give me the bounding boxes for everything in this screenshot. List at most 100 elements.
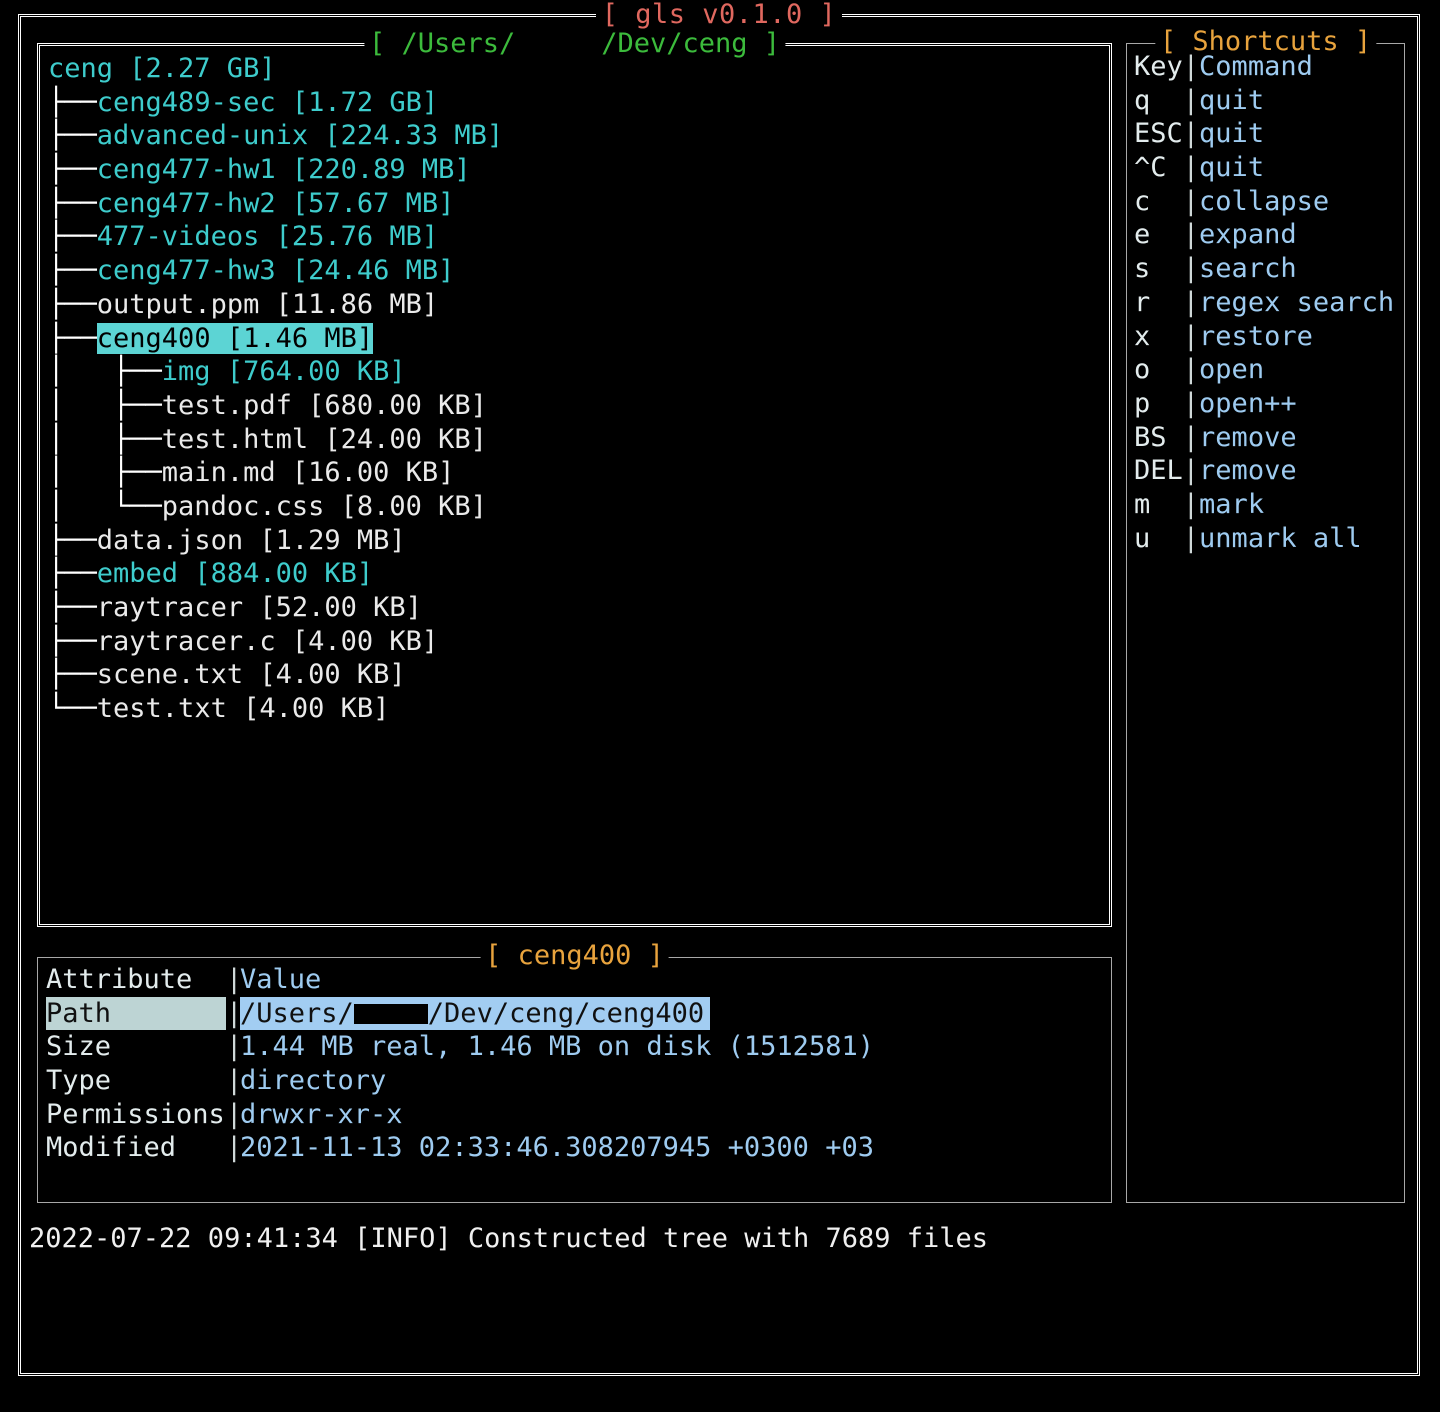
shortcut-key: ^C [1134,152,1183,184]
details-table[interactable]: Attribute | Value Path |/Users//Dev/ceng/cen… [46,963,1106,1199]
shortcuts-header-row: Key|Command [1134,50,1400,84]
shortcut-row: q |quit [1134,84,1400,118]
tree-connector-icon: │ ├── [48,389,162,421]
details-panel: [ ceng400 ] Attribute | Value Path |/Users//… [37,941,1112,1203]
details-value-cell: directory [240,1065,387,1097]
tree-row[interactable]: ├──output.ppm [11.86 MB] [48,288,1103,322]
redacted-username-block [353,1003,428,1024]
shortcuts-column-separator: | [1182,354,1200,386]
window-title: [ gls v0.1.0 ] [595,0,843,30]
tree-row[interactable]: └──test.txt [4.00 KB] [48,692,1103,726]
file-tree-list[interactable]: ceng [2.27 GB] ├──ceng489-sec [1.72 GB] ├─… [48,52,1103,920]
tree-row[interactable]: ├──ceng489-sec [1.72 GB] [48,86,1103,120]
tree-row-label[interactable]: ceng [2.27 GB] [48,53,276,84]
tree-row-label[interactable]: ceng489-sec [1.72 GB] [97,87,438,118]
details-column-separator: | [226,1031,243,1063]
shortcut-command: unmark all [1199,522,1362,554]
shortcuts-key-header: Key [1134,51,1183,82]
tree-row[interactable]: ├──data.json [1.29 MB] [48,524,1103,558]
shortcut-command: remove [1199,421,1297,453]
tree-connector-icon: ├── [48,187,97,219]
tree-row-label[interactable]: advanced-unix [224.33 MB] [97,120,503,151]
tree-row-label-selected[interactable]: ceng400 [1.46 MB] [96,322,374,354]
shortcuts-column-separator: | [1182,118,1200,150]
shortcut-key: s [1134,253,1183,285]
shortcut-key: m [1134,488,1183,520]
details-column-separator: | [226,1132,243,1164]
details-row-selected[interactable]: Path |/Users//Dev/ceng/ceng400 [46,996,1106,1031]
shortcuts-column-separator: | [1182,320,1200,352]
details-row[interactable]: Type | directory [46,1064,1106,1098]
details-value-cell: drwxr-xr-x [240,1098,403,1130]
tree-row-label[interactable]: data.json [1.29 MB] [97,525,406,556]
tree-row[interactable]: ├──raytracer [52.00 KB] [48,591,1103,625]
shortcut-row: x |restore [1134,320,1400,354]
details-row[interactable]: Attribute | Value [46,963,1106,997]
tree-row-label[interactable]: raytracer.c [4.00 KB] [97,626,438,657]
details-attribute-cell: Path [46,996,226,1031]
tree-row[interactable]: │ ├──test.pdf [680.00 KB] [48,389,1103,423]
tree-row[interactable]: ├──advanced-unix [224.33 MB] [48,119,1103,153]
shortcuts-list: Key|Command q |quit ESC|quit ^C |quit c |col… [1134,50,1400,1198]
details-row[interactable]: Permissions | drwxr-xr-x [46,1098,1106,1132]
shortcut-key: e [1134,219,1183,251]
tree-row-label[interactable]: scene.txt [4.00 KB] [97,659,406,690]
tree-row[interactable]: ├──ceng477-hw2 [57.67 MB] [48,187,1103,221]
tree-row[interactable]: ├──ceng400 [1.46 MB] [48,322,1103,356]
shortcut-command: collapse [1199,185,1330,217]
tree-row-label[interactable]: img [764.00 KB] [162,356,406,387]
tree-row[interactable]: ├──477-videos [25.76 MB] [48,220,1103,254]
tree-connector-icon: ├── [48,288,97,320]
shortcut-command: remove [1199,455,1297,487]
tree-row-label[interactable]: main.md [16.00 KB] [162,457,455,488]
tree-connector-icon: ├── [48,592,97,623]
tree-row-label[interactable]: output.ppm [11.86 MB] [97,289,438,320]
details-value-cell: 1.44 MB real, 1.46 MB on disk (1512581) [240,1031,874,1063]
shortcut-key: BS [1134,421,1183,453]
tree-row[interactable]: │ ├──test.html [24.00 KB] [48,423,1103,457]
tree-row-label[interactable]: pandoc.css [8.00 KB] [162,491,487,522]
status-log-line: 2022-07-22 09:41:34 [INFO] Constructed t… [29,1223,989,1254]
tree-row[interactable]: ├──embed [884.00 KB] [48,557,1103,591]
tree-connector-icon: ├── [48,558,97,590]
tree-row[interactable]: │ ├──main.md [16.00 KB] [48,456,1103,490]
tree-row-label[interactable]: embed [884.00 KB] [97,558,373,589]
details-column-separator: | [226,997,243,1029]
tree-row[interactable]: ├──scene.txt [4.00 KB] [48,658,1103,692]
tree-row[interactable]: ├──raytracer.c [4.00 KB] [48,625,1103,659]
details-row[interactable]: Size | 1.44 MB real, 1.46 MB on disk (1512… [46,1030,1106,1064]
window-title-rule-right [842,14,1417,17]
shortcut-row: BS |remove [1134,421,1400,455]
shortcut-row: c |collapse [1134,185,1400,219]
tree-row[interactable]: ├──ceng477-hw3 [24.46 MB] [48,254,1103,288]
details-value-cell: /Users//Dev/ceng/ceng400 [240,996,711,1031]
file-tree-panel[interactable]: [ /Users//Dev/ceng ] ceng [2.27 GB] ├──ce… [37,29,1112,927]
shortcuts-column-separator: | [1182,387,1200,419]
shortcut-row: m |mark [1134,488,1400,522]
details-row[interactable]: Modified | 2021-11-13 02:33:46.308207945 +… [46,1131,1106,1165]
tree-row-label[interactable]: ceng477-hw3 [24.46 MB] [97,255,455,286]
details-column-separator: | [226,964,243,995]
shortcut-row: s |search [1134,252,1400,286]
tree-row-label[interactable]: ceng477-hw1 [220.89 MB] [97,154,471,185]
shortcut-command: restore [1199,320,1313,352]
tree-row[interactable]: ├──ceng477-hw1 [220.89 MB] [48,153,1103,187]
details-value-cell: 2021-11-13 02:33:46.308207945 +0300 +03 [240,1132,874,1164]
shortcuts-column-separator: | [1182,488,1200,520]
tree-row[interactable]: │ ├──img [764.00 KB] [48,355,1103,389]
tree-row[interactable]: ceng [2.27 GB] [48,52,1103,86]
details-column-separator: | [226,1065,243,1097]
tree-row-label[interactable]: 477-videos [25.76 MB] [97,221,438,252]
tree-row-label[interactable]: raytracer [52.00 KB] [97,592,422,623]
details-value-header: Value [240,964,322,995]
tree-connector-icon: └── [48,693,97,725]
tree-row-label[interactable]: test.pdf [680.00 KB] [162,390,487,421]
tree-row[interactable]: │ └──pandoc.css [8.00 KB] [48,490,1103,524]
tree-row-label[interactable]: test.html [24.00 KB] [162,424,487,455]
shortcuts-column-separator: | [1182,51,1200,82]
details-attribute-cell: Type [46,1065,112,1097]
tree-row-label[interactable]: ceng477-hw2 [57.67 MB] [97,188,455,219]
tree-connector-icon: ├── [48,524,97,556]
shortcut-key: ESC [1134,118,1183,150]
tree-row-label[interactable]: test.txt [4.00 KB] [97,693,390,724]
